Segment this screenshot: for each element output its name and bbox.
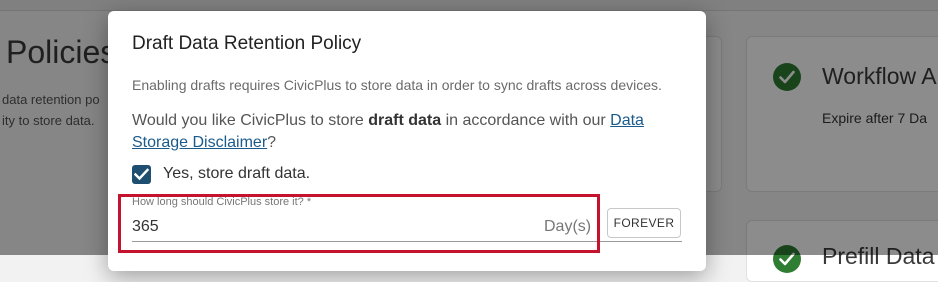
highlight-annotation-box [118, 194, 600, 253]
dialog-title: Draft Data Retention Policy [132, 33, 362, 54]
question-text: ? [267, 134, 277, 151]
store-draft-checkbox[interactable] [132, 164, 151, 184]
dialog-question: Would you like CivicPlus to store draft … [132, 110, 672, 154]
store-draft-checkbox-row[interactable]: Yes, store draft data. [132, 163, 310, 185]
dialog-note: Enabling drafts requires CivicPlus to st… [132, 77, 662, 93]
checkmark-icon [134, 167, 149, 180]
forever-button[interactable]: FOREVER [607, 208, 681, 238]
question-text: in accordance with our [441, 112, 611, 129]
question-bold-text: draft data [368, 112, 442, 129]
question-text: Would you like CivicPlus to store [132, 112, 369, 129]
store-draft-checkbox-label[interactable]: Yes, store draft data. [163, 165, 310, 183]
